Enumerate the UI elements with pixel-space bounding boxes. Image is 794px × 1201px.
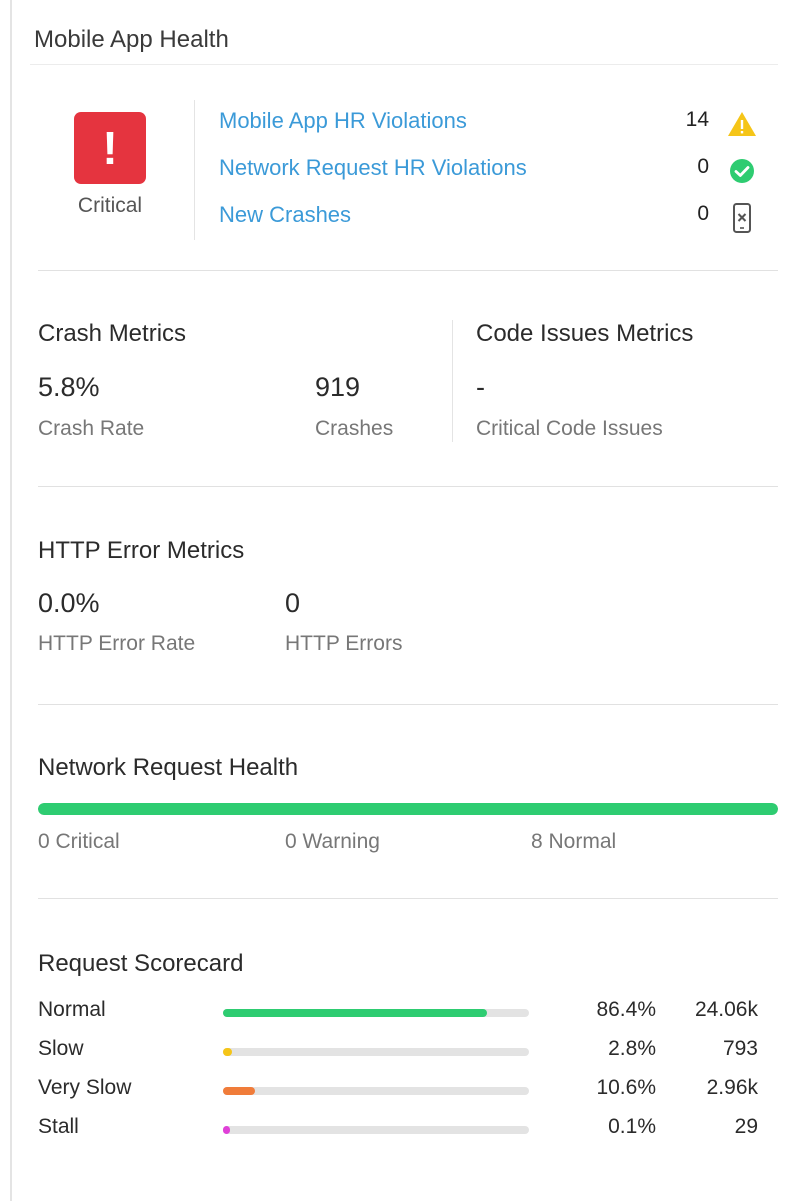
network-request-hr-violations-count: 0 bbox=[697, 155, 709, 178]
check-circle-icon bbox=[725, 154, 759, 188]
scorecard-row-slow: Slow 2.8% 793 bbox=[38, 1037, 778, 1069]
crashes-label: Crashes bbox=[315, 417, 394, 440]
scorecard-row-name: Normal bbox=[38, 998, 106, 1021]
mobile-app-hr-violations-link[interactable]: Mobile App HR Violations bbox=[219, 108, 467, 134]
scorecard-row-percent: 10.6% bbox=[596, 1076, 656, 1099]
new-crashes-count: 0 bbox=[697, 202, 709, 225]
panel-title: Mobile App Health bbox=[34, 26, 229, 53]
network-health-normal-fill bbox=[38, 803, 778, 815]
section-divider bbox=[38, 898, 778, 899]
title-divider bbox=[30, 64, 778, 65]
scorecard-bar-fill bbox=[223, 1009, 488, 1017]
http-errors-label: HTTP Errors bbox=[285, 632, 403, 655]
scorecard-row-name: Slow bbox=[38, 1037, 84, 1060]
scorecard-bar-track bbox=[223, 1126, 529, 1134]
section-divider bbox=[38, 270, 778, 271]
exclamation-icon: ! bbox=[74, 112, 146, 184]
network-health-bar bbox=[38, 803, 778, 815]
violation-row-new-crashes: New Crashes 0 bbox=[219, 202, 759, 236]
warning-count-label: 0 Warning bbox=[285, 830, 380, 853]
crash-rate-label: Crash Rate bbox=[38, 417, 145, 440]
scorecard-row-count: 29 bbox=[734, 1115, 758, 1138]
scorecard-bar-track bbox=[223, 1048, 529, 1056]
violation-row-mobile-app-hr: Mobile App HR Violations 14 bbox=[219, 108, 759, 142]
scorecard-bar-fill bbox=[223, 1048, 232, 1056]
mobile-app-hr-violations-count: 14 bbox=[685, 108, 709, 131]
metrics-divider bbox=[452, 320, 453, 442]
scorecard-bar-fill bbox=[223, 1087, 256, 1095]
scorecard-row-percent: 0.1% bbox=[608, 1115, 656, 1138]
mobile-crash-icon bbox=[725, 201, 759, 235]
section-divider bbox=[38, 704, 778, 705]
request-scorecard-heading: Request Scorecard bbox=[38, 950, 244, 977]
crash-metrics-heading: Crash Metrics bbox=[38, 320, 187, 347]
panel-left-border bbox=[10, 0, 12, 1201]
http-errors-value: 0 bbox=[285, 588, 301, 618]
network-request-hr-violations-link[interactable]: Network Request HR Violations bbox=[219, 155, 527, 181]
scorecard-bar-fill bbox=[223, 1126, 230, 1134]
scorecard-row-count: 793 bbox=[722, 1037, 758, 1060]
scorecard-row-count: 2.96k bbox=[706, 1076, 758, 1099]
crash-rate-value: 5.8% bbox=[38, 372, 100, 402]
critical-code-issues-value: - bbox=[476, 372, 485, 402]
warning-triangle-icon bbox=[725, 107, 759, 141]
scorecard-row-count: 24.06k bbox=[694, 998, 758, 1021]
http-error-rate-value: 0.0% bbox=[38, 588, 100, 618]
section-divider bbox=[38, 486, 778, 487]
scorecard-row-name: Very Slow bbox=[38, 1076, 132, 1099]
scorecard-row-stall: Stall 0.1% 29 bbox=[38, 1115, 778, 1147]
scorecard-row-very-slow: Very Slow 10.6% 2.96k bbox=[38, 1076, 778, 1108]
network-request-health-heading: Network Request Health bbox=[38, 754, 299, 781]
http-error-metrics-heading: HTTP Error Metrics bbox=[38, 537, 245, 564]
status-label: Critical bbox=[77, 194, 143, 217]
scorecard-bar-track bbox=[223, 1009, 529, 1017]
new-crashes-link[interactable]: New Crashes bbox=[219, 202, 351, 228]
scorecard-row-percent: 86.4% bbox=[596, 998, 656, 1021]
http-error-rate-label: HTTP Error Rate bbox=[38, 632, 196, 655]
crashes-value: 919 bbox=[315, 372, 361, 402]
health-status: ! Critical bbox=[60, 112, 160, 218]
code-issues-heading: Code Issues Metrics bbox=[476, 320, 694, 347]
scorecard-row-name: Stall bbox=[38, 1115, 79, 1138]
normal-count-label: 8 Normal bbox=[531, 830, 617, 853]
scorecard-bar-track bbox=[223, 1087, 529, 1095]
critical-code-issues-label: Critical Code Issues bbox=[476, 417, 663, 440]
scorecard-row-percent: 2.8% bbox=[608, 1037, 656, 1060]
critical-count-label: 0 Critical bbox=[38, 830, 120, 853]
status-divider bbox=[194, 100, 195, 240]
violation-row-network-request-hr: Network Request HR Violations 0 bbox=[219, 155, 759, 189]
scorecard-row-normal: Normal 86.4% 24.06k bbox=[38, 998, 778, 1030]
